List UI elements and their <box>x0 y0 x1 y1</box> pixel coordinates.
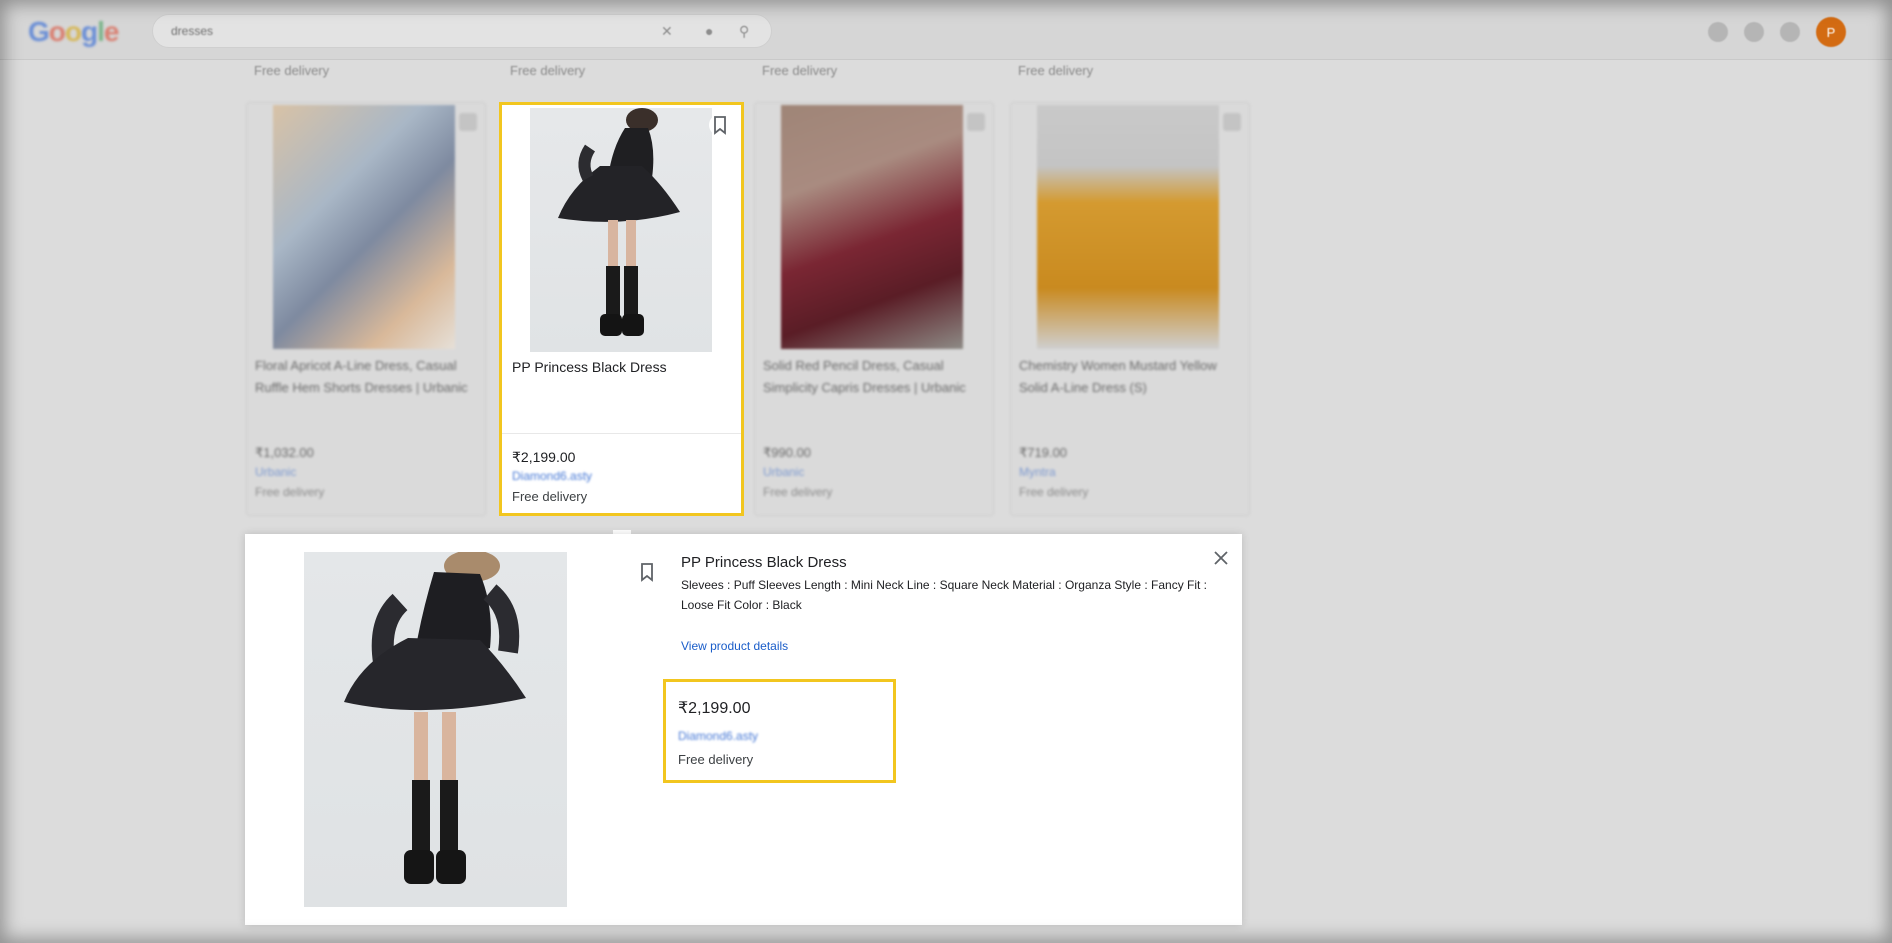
product-title: PP Princess Black Dress <box>512 359 667 375</box>
product-title: Solid Red Pencil Dress, Casual Simplicit… <box>763 358 966 395</box>
bookmark-icon[interactable] <box>1223 113 1241 131</box>
delivery-text: Free delivery <box>512 489 588 504</box>
google-logo[interactable]: Google <box>28 16 120 48</box>
bookmark-icon <box>714 116 726 135</box>
logo-letter: G <box>28 16 50 47</box>
search-icon[interactable]: ⚲ <box>739 23 749 40</box>
product-seller[interactable]: Urbanic <box>763 465 804 479</box>
dress-photo-large <box>344 552 526 884</box>
delivery-text: Free delivery <box>255 485 325 499</box>
screen: Google dresses ✕ ● ⚲ P Free delivery Fre… <box>0 0 1892 943</box>
saved-icon[interactable] <box>1708 22 1728 42</box>
delivery-text: Free delivery <box>1019 485 1089 499</box>
panel-title: PP Princess Black Dress <box>681 554 847 571</box>
settings-icon[interactable] <box>1744 22 1764 42</box>
product-image <box>1037 105 1219 349</box>
search-input[interactable]: dresses <box>171 24 213 38</box>
product-description: Slevees : Puff Sleeves Length : Mini Nec… <box>681 578 1208 612</box>
bookmark-icon[interactable] <box>459 113 477 131</box>
selected-product-card[interactable]: PP Princess Black Dress ₹2,199.00 Diamon… <box>499 102 744 516</box>
delivery-text: Free delivery <box>762 63 838 78</box>
product-seller[interactable]: Myntra <box>1019 465 1056 479</box>
product-card[interactable]: Solid Red Pencil Dress, Casual Simplicit… <box>754 102 994 516</box>
bookmark-button[interactable] <box>637 562 657 587</box>
close-icon <box>1214 551 1228 565</box>
product-detail-panel: PP Princess Black Dress Slevees : Puff S… <box>245 534 1242 925</box>
product-large-image <box>304 552 567 907</box>
product-image <box>781 105 963 349</box>
delivery-text: Free delivery <box>254 63 330 78</box>
product-card[interactable]: Floral Apricot A-Line Dress, Casual Ruff… <box>246 102 486 516</box>
top-row-card: Free delivery <box>502 50 742 90</box>
offer-box[interactable]: ₹2,199.00 Diamond6.asty Free delivery <box>663 679 896 783</box>
delivery-text: Free delivery <box>763 485 833 499</box>
offer-price: ₹2,199.00 <box>678 700 751 717</box>
product-price: ₹1,032.00 <box>255 445 314 460</box>
logo-letter: l <box>97 16 105 47</box>
dress-photo <box>558 108 680 336</box>
product-price: ₹990.00 <box>763 445 812 460</box>
logo-letter: o <box>48 16 66 47</box>
view-product-details-link[interactable]: View product details <box>681 639 788 653</box>
clear-icon[interactable]: ✕ <box>661 23 673 40</box>
top-row-card: Free delivery <box>246 50 486 90</box>
bookmark-icon[interactable] <box>967 113 985 131</box>
delivery-text: Free delivery <box>1018 63 1094 78</box>
offer-delivery: Free delivery <box>678 752 754 767</box>
logo-letter: e <box>103 16 120 47</box>
product-seller[interactable]: Diamond6.asty <box>512 469 592 483</box>
product-seller[interactable]: Urbanic <box>255 465 296 479</box>
product-card[interactable]: Chemistry Women Mustard Yellow Solid A-L… <box>1010 102 1250 516</box>
offer-seller[interactable]: Diamond6.asty <box>678 729 758 743</box>
mic-icon[interactable]: ● <box>705 23 713 39</box>
bookmark-icon <box>641 563 653 582</box>
product-price: ₹719.00 <box>1019 445 1068 460</box>
divider <box>502 433 741 434</box>
product-image <box>530 108 712 352</box>
top-right-icons: P <box>1708 17 1846 47</box>
close-button[interactable] <box>1209 546 1233 570</box>
logo-letter: o <box>64 16 82 47</box>
product-title: Chemistry Women Mustard Yellow Solid A-L… <box>1019 358 1217 395</box>
top-row-card: Free delivery <box>1010 50 1250 90</box>
product-image <box>273 105 455 349</box>
product-title: Floral Apricot A-Line Dress, Casual Ruff… <box>255 358 468 395</box>
delivery-text: Free delivery <box>510 63 586 78</box>
product-price: ₹2,199.00 <box>512 449 576 465</box>
avatar[interactable]: P <box>1816 17 1846 47</box>
top-row-card: Free delivery <box>754 50 994 90</box>
bookmark-button[interactable] <box>709 114 731 136</box>
search-bar[interactable]: dresses ✕ ● ⚲ <box>152 14 772 48</box>
logo-letter: g <box>81 16 98 47</box>
apps-icon[interactable] <box>1780 22 1800 42</box>
